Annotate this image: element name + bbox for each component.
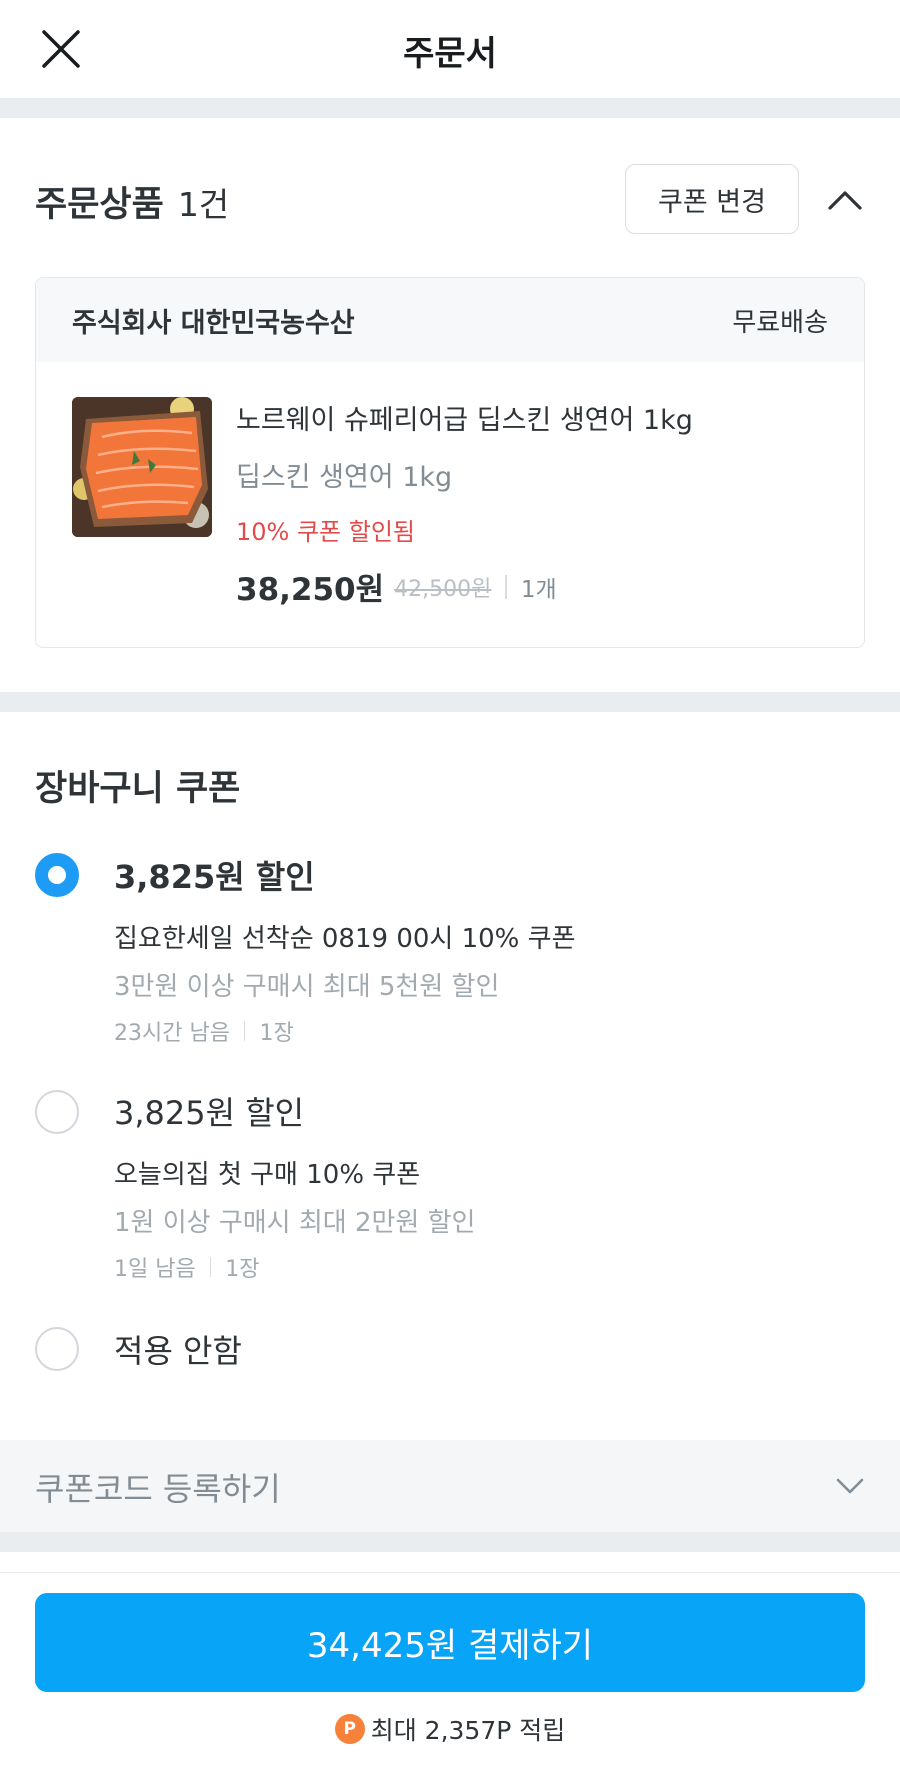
sale-price: 38,250원 [236, 572, 385, 608]
coupon-quantity: 1장 [259, 1021, 294, 1046]
product-name[interactable]: 노르웨이 슈페리어급 딥스킨 생연어 1kg [236, 398, 693, 437]
coupon-radio-selected[interactable] [35, 853, 79, 897]
pay-button[interactable]: 34,425원 결제하기 [35, 1593, 865, 1692]
price-row: 38,250원 42,500원 1개 [236, 564, 557, 609]
coupon-name: 오늘의집 첫 구매 10% 쿠폰 [114, 1160, 421, 1190]
coupon-condition: 3만원 이상 구매시 최대 5천원 할인 [114, 972, 500, 1002]
coupon-meta: 1일 남음 1장 [114, 1251, 259, 1283]
product-card: 주식회사 대한민국농수산 무료배송 노르웨이 슈페리어급 딥스킨 생연어 1kg… [35, 277, 865, 648]
original-price: 42,500원 [394, 576, 492, 602]
order-products-count: 1건 [177, 185, 230, 224]
no-coupon-label[interactable]: 적용 안함 [114, 1326, 242, 1372]
footer-divider [0, 1572, 900, 1573]
coupon-time-left: 23시간 남음 [114, 1021, 230, 1046]
coupon-code-toggle[interactable]: 쿠폰코드 등록하기 [0, 1440, 900, 1532]
chevron-down-icon [836, 1478, 864, 1494]
shipping-label: 무료배송 [732, 307, 828, 338]
coupon-name: 집요한세일 선착순 0819 00시 10% 쿠폰 [114, 924, 576, 954]
page-title: 주문서 [403, 34, 497, 74]
points-info: P 최대 2,357P 적립 [0, 1711, 900, 1747]
divider [209, 1257, 212, 1277]
order-products-heading: 주문상품 1건 [35, 176, 229, 227]
product-option: 딥스킨 생연어 1kg [236, 462, 453, 493]
coupon-quantity: 1장 [225, 1257, 260, 1282]
coupon-amount[interactable]: 3,825원 할인 [114, 1088, 304, 1134]
coupon-change-button[interactable]: 쿠폰 변경 [625, 164, 799, 234]
points-text: 최대 2,357P 적립 [370, 1716, 566, 1745]
coupon-meta: 23시간 남음 1장 [114, 1015, 294, 1047]
coupon-radio[interactable] [35, 1090, 79, 1134]
seller-row: 주식회사 대한민국농수산 무료배송 [36, 278, 864, 362]
quantity: 1개 [520, 576, 557, 603]
cart-coupon-title: 장바구니 쿠폰 [35, 769, 241, 809]
order-products-title: 주문상품 [35, 185, 164, 225]
divider [243, 1021, 246, 1041]
section-divider [0, 1532, 900, 1552]
product-thumbnail[interactable] [72, 397, 212, 537]
coupon-code-label: 쿠폰코드 등록하기 [35, 1470, 281, 1508]
chevron-up-icon[interactable] [820, 176, 870, 226]
divider [505, 574, 507, 599]
coupon-applied-note: 10% 쿠폰 할인됨 [236, 518, 416, 546]
seller-name: 주식회사 대한민국농수산 [72, 307, 355, 339]
section-divider [0, 98, 900, 118]
no-coupon-radio[interactable] [35, 1327, 79, 1371]
section-divider [0, 692, 900, 712]
top-bar: 주문서 [0, 0, 900, 98]
coupon-amount[interactable]: 3,825원 할인 [114, 852, 315, 898]
points-icon: P [334, 1714, 365, 1744]
coupon-time-left: 1일 남음 [114, 1257, 196, 1282]
coupon-condition: 1원 이상 구매시 최대 2만원 할인 [114, 1208, 476, 1238]
